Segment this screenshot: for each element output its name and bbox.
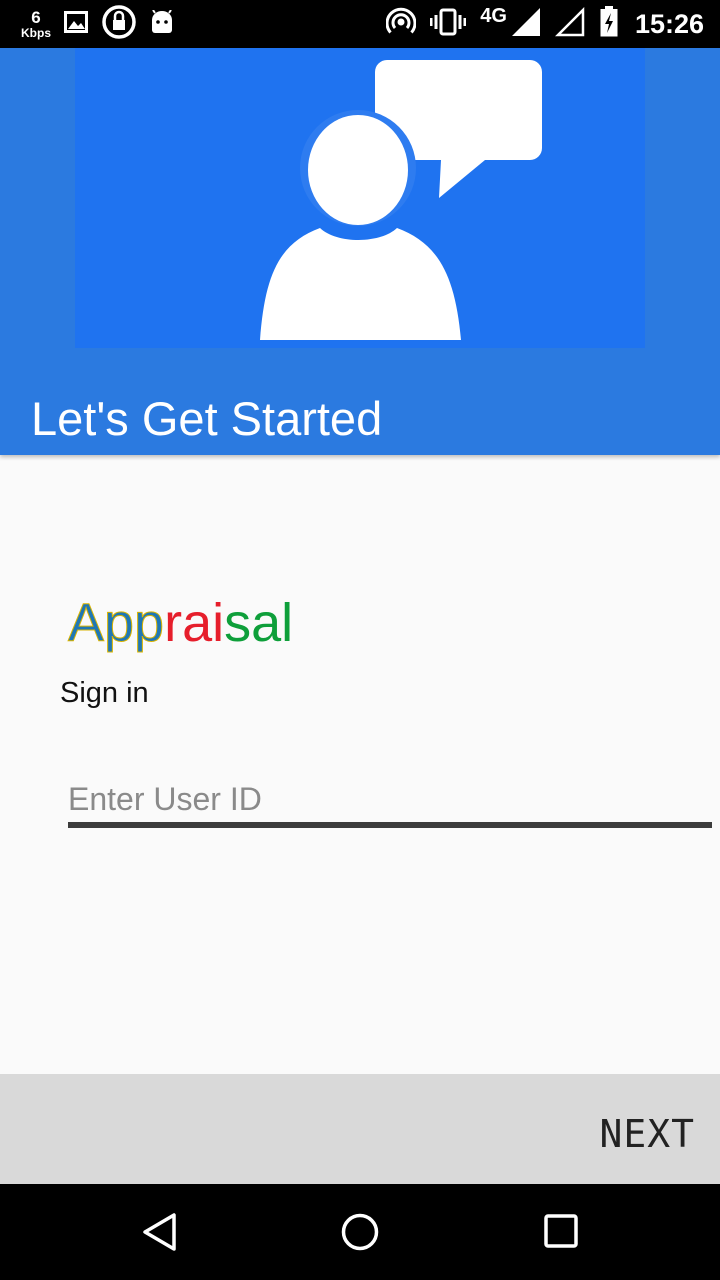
network-speed: 6 Kbps	[14, 9, 58, 39]
header: Let's Get Started	[0, 48, 720, 455]
logo-part-3: sal	[224, 593, 294, 653]
page-title: Let's Get Started	[31, 392, 383, 445]
logo-part-2: rai	[164, 593, 225, 653]
gallery-icon	[64, 11, 88, 37]
next-button[interactable]: NEXT	[599, 1112, 695, 1156]
signal-icon	[511, 7, 541, 41]
bottom-action-bar: NEXT	[0, 1074, 720, 1184]
hotspot-icon	[385, 7, 417, 41]
home-icon[interactable]	[340, 1212, 380, 1252]
battery-charging-icon	[599, 6, 619, 42]
android-icon	[150, 9, 174, 38]
vpn-lock-icon	[102, 5, 136, 43]
vibrate-icon	[429, 8, 467, 40]
user-chat-icon	[260, 60, 542, 340]
network-speed-unit: Kbps	[21, 26, 51, 40]
status-bar: 6 Kbps 4G 15:26	[0, 0, 720, 48]
navigation-bar	[0, 1184, 720, 1280]
app-logo: Appraisal	[67, 592, 294, 654]
recents-icon[interactable]	[542, 1212, 582, 1252]
network-speed-value: 6	[31, 8, 41, 27]
clock: 15:26	[634, 8, 704, 39]
network-type: 4G	[480, 4, 507, 27]
sign-in-heading: Sign in	[60, 677, 149, 709]
signal-empty-icon	[554, 6, 585, 41]
hero-banner	[75, 48, 645, 348]
user-id-input[interactable]	[68, 776, 712, 828]
logo-part-1: App	[67, 593, 165, 654]
back-icon[interactable]	[140, 1212, 180, 1252]
